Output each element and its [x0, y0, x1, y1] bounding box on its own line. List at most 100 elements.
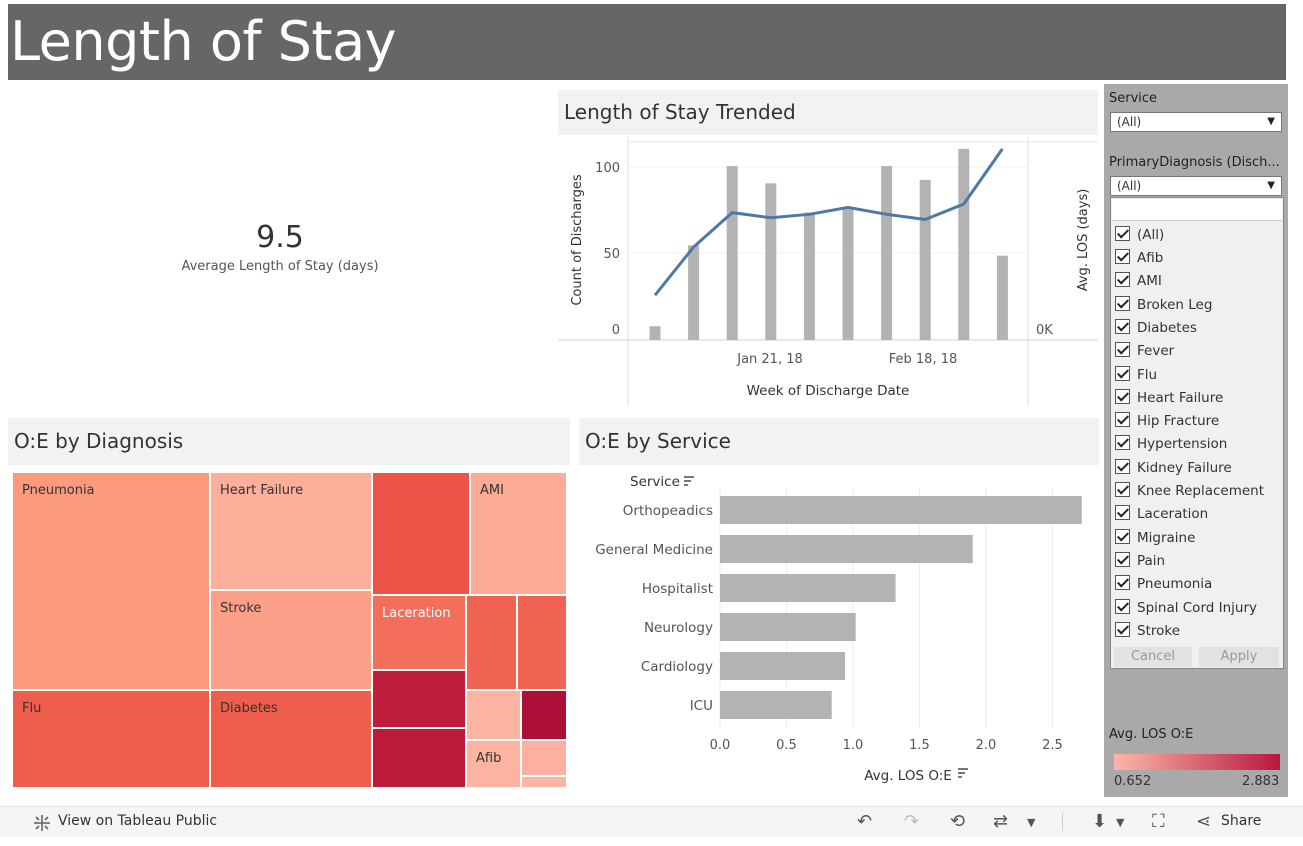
discharge-count-bar[interactable] [803, 212, 815, 340]
service-filter-select[interactable]: (All) ▼ [1110, 112, 1282, 132]
download-icon[interactable]: ⬇ [1092, 811, 1107, 832]
treemap-cell-heart-failure[interactable]: Heart Failure [210, 472, 372, 590]
treemap-cell-ami[interactable]: AMI [470, 472, 567, 595]
checkbox-checked-icon[interactable] [1115, 458, 1130, 474]
filter-option[interactable]: Heart Failure [1115, 388, 1223, 410]
sort-icon[interactable] [684, 476, 694, 486]
service-filter-label: Service [1109, 91, 1158, 106]
treemap-cell-afib[interactable]: Afib [466, 740, 521, 788]
filter-option-label: Kidney Failure [1137, 460, 1232, 476]
checkbox-checked-icon[interactable] [1115, 388, 1130, 404]
discharge-count-bar[interactable] [765, 183, 777, 340]
checkbox-checked-icon[interactable] [1115, 598, 1130, 614]
treemap-cell[interactable] [372, 728, 466, 788]
filter-option[interactable]: Hypertension [1115, 434, 1227, 456]
treemap-cell[interactable] [521, 776, 567, 788]
service-bar[interactable] [720, 691, 832, 719]
share-button[interactable]: Share [1221, 813, 1261, 829]
treemap-cell-diabetes[interactable]: Diabetes [210, 690, 372, 788]
filter-option[interactable]: Broken Leg [1115, 295, 1212, 317]
checkbox-checked-icon[interactable] [1115, 411, 1130, 427]
checkbox-checked-icon[interactable] [1115, 621, 1130, 637]
filter-option[interactable]: Pain [1115, 551, 1165, 573]
treemap-cell[interactable] [466, 595, 517, 690]
avg-los-line[interactable] [653, 148, 1004, 297]
filter-option[interactable]: Laceration [1115, 504, 1208, 526]
service-bar[interactable] [720, 535, 973, 563]
apply-button[interactable]: Apply [1199, 647, 1279, 667]
discharge-count-bar[interactable] [842, 209, 854, 340]
filter-option[interactable]: Hip Fracture [1115, 411, 1219, 433]
service-bar-chart[interactable]: Service 0.0 0.5 1.0 1.5 2.0 2.5 Orthopeadics G… [578, 466, 1098, 786]
refresh-icon[interactable]: ⇄ [993, 811, 1008, 832]
service-bar[interactable] [720, 574, 896, 602]
diagnosis-treemap[interactable]: Pneumonia Heart Failure AMI Stroke Lacer… [12, 472, 567, 788]
color-legend-max: 2.883 [1242, 774, 1280, 789]
checkbox-checked-icon[interactable] [1115, 434, 1130, 450]
y-axis-label-left: Count of Discharges [570, 174, 585, 306]
checkbox-checked-icon[interactable] [1115, 318, 1130, 334]
fullscreen-icon[interactable]: ⛶ [1152, 811, 1165, 832]
treemap-cell[interactable] [517, 595, 567, 690]
discharge-count-bar[interactable] [996, 255, 1008, 340]
filter-option[interactable]: Diabetes [1115, 318, 1197, 340]
checkbox-checked-icon[interactable] [1115, 271, 1130, 287]
discharge-count-bar[interactable] [726, 166, 738, 340]
checkbox-checked-icon[interactable] [1115, 481, 1130, 497]
dropdown-search-input[interactable] [1112, 199, 1282, 221]
undo-icon[interactable]: ↶ [857, 811, 872, 832]
filter-option[interactable]: AMI [1115, 271, 1162, 293]
discharge-count-bar[interactable] [688, 245, 700, 340]
discharge-count-bar[interactable] [958, 148, 970, 340]
service-bar[interactable] [720, 496, 1082, 524]
treemap-cell-laceration[interactable]: Laceration [372, 595, 466, 670]
filter-option[interactable]: Pneumonia [1115, 574, 1212, 596]
share-icon[interactable]: ⋖ [1196, 811, 1211, 832]
checkbox-checked-icon[interactable] [1115, 574, 1130, 590]
filter-option[interactable]: (All) [1115, 225, 1164, 247]
treemap-cell-stroke[interactable]: Stroke [210, 590, 372, 690]
filter-option[interactable]: Knee Replacement [1115, 481, 1264, 503]
checkbox-checked-icon[interactable] [1115, 295, 1130, 311]
filter-option[interactable]: Spinal Cord Injury [1115, 598, 1257, 620]
checkbox-checked-icon[interactable] [1115, 248, 1130, 264]
treemap-cell[interactable] [466, 690, 521, 740]
filter-option[interactable]: Migraine [1115, 528, 1195, 550]
filter-option[interactable]: Kidney Failure [1115, 458, 1232, 480]
filter-pane: Service (All) ▼ PrimaryDiagnosis (Disch.… [1104, 84, 1288, 797]
chevron-down-icon[interactable]: ▼ [1116, 816, 1124, 829]
treemap-cell-pneumonia[interactable]: Pneumonia [12, 472, 210, 690]
service-bar[interactable] [720, 613, 856, 641]
treemap-cell[interactable] [521, 740, 567, 776]
checkbox-checked-icon[interactable] [1115, 528, 1130, 544]
checkbox-checked-icon[interactable] [1115, 551, 1130, 567]
diagnosis-filter-select[interactable]: (All) ▼ [1110, 176, 1282, 196]
checkbox-checked-icon[interactable] [1115, 225, 1130, 241]
treemap-cell[interactable] [372, 472, 470, 595]
sort-icon[interactable] [958, 768, 968, 778]
treemap-cell[interactable] [372, 670, 466, 728]
revert-icon[interactable]: ⟲ [950, 811, 965, 832]
treemap-label: Flu [22, 701, 42, 716]
dropdown-arrow-icon: ▼ [1267, 180, 1275, 191]
filter-option[interactable]: Fever [1115, 341, 1174, 363]
redo-icon[interactable]: ↷ [904, 811, 919, 832]
treemap-cell[interactable] [521, 690, 567, 740]
treemap-cell-flu[interactable]: Flu [12, 690, 210, 788]
service-bar[interactable] [720, 652, 846, 680]
chevron-down-icon[interactable]: ▼ [1027, 816, 1035, 829]
checkbox-checked-icon[interactable] [1115, 365, 1130, 381]
filter-option[interactable]: Stroke [1115, 621, 1180, 643]
discharge-count-bar[interactable] [649, 326, 661, 340]
checkbox-checked-icon[interactable] [1115, 504, 1130, 520]
trend-chart[interactable]: 0 50 100 0K Jan 21, 18 Feb 18, 18 Week o… [558, 136, 1103, 408]
checkbox-checked-icon[interactable] [1115, 341, 1130, 357]
discharge-count-bar[interactable] [881, 166, 893, 340]
view-on-tableau-link[interactable]: View on Tableau Public [58, 813, 217, 829]
tableau-logo-icon [34, 815, 50, 831]
filter-option[interactable]: Afib [1115, 248, 1163, 270]
avg-los-kpi[interactable]: 9.5 Average Length of Stay (days) [130, 220, 430, 274]
filter-option[interactable]: Flu [1115, 365, 1157, 387]
cancel-button[interactable]: Cancel [1114, 647, 1192, 667]
discharge-count-bar[interactable] [919, 179, 931, 340]
